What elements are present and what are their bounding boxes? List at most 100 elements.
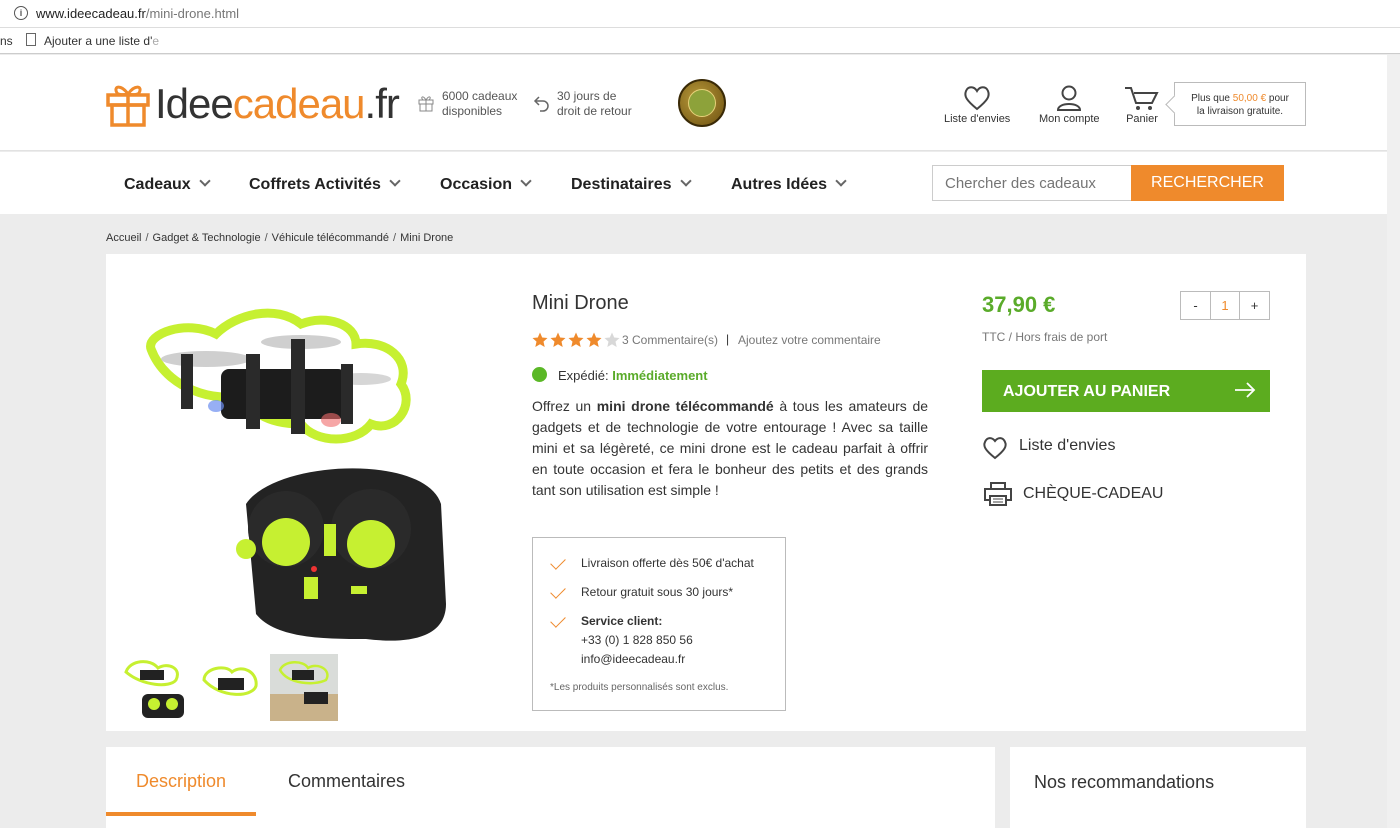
cart-label: Panier (1126, 113, 1158, 125)
breadcrumb-subcategory[interactable]: Véhicule télécommandé (272, 232, 389, 244)
product-thumbnail[interactable] (196, 654, 264, 721)
chevron-down-icon (389, 175, 401, 187)
breadcrumb-separator: / (393, 232, 397, 244)
logo-text: Ideecadeau.fr (155, 80, 400, 128)
breadcrumb-category[interactable]: Gadget & Technologie (153, 232, 261, 244)
promo-line2: la livraison gratuite. (1196, 106, 1284, 117)
logo-part1: Idee (155, 80, 234, 127)
logo-part2: cadeau (232, 80, 366, 127)
star-full-icon (568, 332, 584, 347)
comments-count-link[interactable]: 3 Commentaire(s) (622, 333, 718, 347)
browser-urlbar[interactable]: i www.ideecadeau.fr/mini-drone.html (0, 0, 1400, 28)
page-icon (26, 33, 36, 46)
breadcrumb-home[interactable]: Accueil (106, 232, 141, 244)
star-full-icon (532, 332, 548, 347)
wishlist-header-label: Liste d'envies (944, 113, 1011, 125)
nav-item-occasion[interactable]: Occasion (440, 175, 532, 194)
price-note: TTC / Hors frais de port (982, 330, 1108, 344)
usp-returns-line2: droit de retour (557, 104, 632, 118)
qty-decrease-button[interactable]: - (1181, 292, 1211, 319)
nav-item-coffrets[interactable]: Coffrets Activités (249, 175, 401, 194)
check-icon (550, 554, 566, 570)
services-box: Livraison offerte dès 50€ d'achat Retour… (532, 537, 786, 711)
nav-item-destinataires[interactable]: Destinataires (571, 175, 692, 194)
service-support-title: Service client: (581, 614, 663, 628)
url-text[interactable]: www.ideecadeau.fr/mini-drone.html (36, 6, 239, 21)
service-delivery: Livraison offerte dès 50€ d'achat (581, 556, 754, 570)
logo-part3: .fr (364, 80, 400, 127)
nav-item-autres-idees[interactable]: Autres Idées (731, 175, 847, 194)
service-support-phone: +33 (0) 1 828 850 56 (581, 633, 693, 647)
usp-gifts: 6000 cadeaux disponibles (418, 89, 518, 119)
service-returns: Retour gratuit sous 30 jours* (581, 585, 734, 599)
desc-bold: mini drone télécommandé (596, 398, 774, 414)
product-main-image[interactable] (126, 294, 461, 644)
search-input[interactable] (932, 165, 1132, 201)
nav-label: Coffrets Activités (249, 176, 381, 193)
wishlist-label: Liste d'envies (1019, 437, 1116, 454)
tab-comments[interactable]: Commentaires (288, 771, 405, 792)
logo[interactable]: Ideecadeau.fr (105, 80, 400, 128)
bookmark-item-label: Ajouter a une liste d' (44, 34, 153, 48)
check-icon (550, 612, 566, 628)
shipping-status: Expédié: Immédiatement (558, 368, 708, 383)
shipping-label: Expédié: (558, 368, 613, 383)
product-thumbnail[interactable] (270, 654, 338, 721)
check-icon (550, 583, 566, 599)
promo-suffix: pour (1266, 93, 1289, 104)
service-support-email[interactable]: info@ideecadeau.fr (581, 652, 685, 666)
url-domain: www.ideecadeau.fr (36, 6, 146, 21)
wishlist-header-link[interactable]: Liste d'envies (944, 85, 1010, 125)
account-label: Mon compte (1039, 113, 1100, 125)
award-medal-icon (678, 79, 726, 127)
shipping-value: Immédiatement (612, 368, 708, 383)
chevron-down-icon (835, 175, 847, 187)
bookmark-item[interactable]: Ajouter a une liste d'e (44, 34, 159, 48)
chevron-down-icon (199, 175, 211, 187)
usp-gifts-line2: disponibles (442, 104, 503, 118)
heart-icon (983, 437, 1007, 460)
product-panel: Mini Drone 3 Commentaire(s) | Ajoutez vo… (106, 254, 1306, 731)
nav-label: Cadeaux (124, 176, 191, 193)
info-icon[interactable]: i (14, 6, 28, 20)
breadcrumb-separator: / (145, 232, 149, 244)
product-title: Mini Drone (532, 292, 629, 314)
usp-returns: 30 jours de droit de retour (533, 89, 632, 119)
printer-icon (984, 482, 1012, 506)
recommendations-title: Nos recommandations (1034, 772, 1215, 792)
rating-separator: | (726, 332, 730, 346)
product-thumbnail[interactable] (120, 654, 188, 721)
return-arrow-icon (533, 96, 549, 112)
promo-prefix: Plus que (1191, 93, 1233, 104)
qty-increase-button[interactable]: + (1239, 292, 1269, 319)
recommendations-panel: Nos recommandations (1010, 747, 1306, 828)
nav-item-cadeaux[interactable]: Cadeaux (124, 175, 211, 194)
medal-inner (688, 89, 716, 117)
bookmark-apps[interactable]: ns (0, 34, 13, 48)
qty-value[interactable]: 1 (1211, 292, 1239, 319)
star-empty-icon (604, 332, 620, 347)
cart-link[interactable]: Panier (1124, 85, 1160, 125)
tab-description[interactable]: Description (136, 771, 226, 792)
arrow-right-icon (1235, 382, 1256, 398)
nav-label: Destinataires (571, 176, 672, 193)
user-icon (1057, 85, 1082, 111)
gift-check-label: CHÈQUE-CADEAU (1023, 485, 1164, 502)
search-button[interactable]: RECHERCHER (1131, 165, 1284, 201)
breadcrumb-separator: / (264, 232, 268, 244)
page-scrollbar[interactable] (1387, 55, 1400, 828)
breadcrumb: Accueil / Gadget & Technologie / Véhicule té… (106, 232, 453, 244)
add-to-cart-button[interactable]: AJOUTER AU PANIER (982, 370, 1270, 412)
nav-label: Autres Idées (731, 176, 828, 193)
chevron-down-icon (520, 175, 532, 187)
account-link[interactable]: Mon compte (1039, 85, 1100, 125)
usp-returns-line1: 30 jours de (557, 89, 617, 103)
add-comment-link[interactable]: Ajoutez votre commentaire (738, 333, 881, 347)
promo-amount: 50,00 € (1232, 93, 1267, 104)
product-tabs: Description Commentaires (106, 747, 995, 828)
star-full-icon (550, 332, 566, 347)
heart-icon (964, 86, 990, 111)
usp-gifts-line1: 6000 cadeaux (442, 89, 518, 103)
url-path: /mini-drone.html (145, 6, 240, 21)
add-to-cart-label: AJOUTER AU PANIER (1003, 383, 1171, 400)
